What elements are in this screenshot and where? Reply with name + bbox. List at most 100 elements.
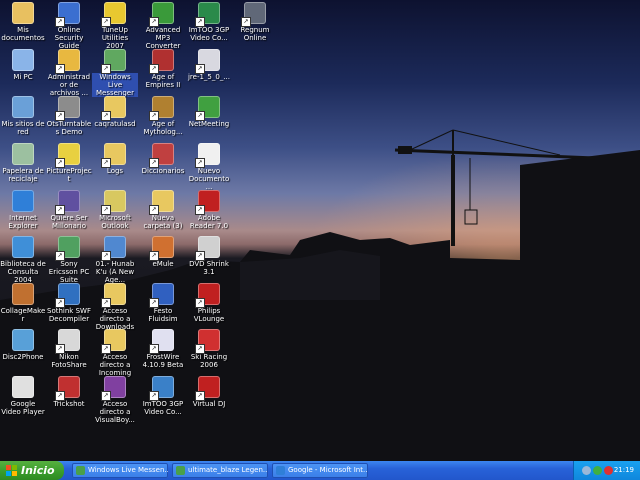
- shortcut-arrow-icon: ↗: [55, 391, 65, 401]
- shortcut-arrow-icon: ↗: [195, 17, 205, 27]
- desktop-icon[interactable]: ↗ Age of Empires II: [140, 49, 186, 89]
- desktop-icon[interactable]: ↗ Nikon FotoShare: [46, 329, 92, 369]
- messenger-icon: [176, 466, 185, 475]
- desktop-icon[interactable]: ↗ 01.- Hunab K'u (A New Age...: [92, 236, 138, 284]
- document-icon: ↗: [195, 143, 220, 168]
- folder-icon: ↗: [101, 96, 126, 121]
- file-manager-icon: ↗: [55, 49, 80, 74]
- desktop-icon[interactable]: Internet Explorer: [0, 190, 46, 230]
- desktop-icon[interactable]: ↗ Acceso directo a Downloads: [92, 283, 138, 331]
- emule-icon: ↗: [149, 236, 174, 261]
- shortcut-arrow-icon: ↗: [195, 298, 205, 308]
- desktop-icon[interactable]: Google Video Player: [0, 376, 46, 416]
- taskbar-button[interactable]: Windows Live Messen...: [72, 463, 168, 478]
- desktop-icon-label: Administrador de archivos ...: [47, 73, 91, 97]
- desktop-icon-label: Nuevo Documento ...: [188, 167, 230, 191]
- shortcut-arrow-icon: ↗: [195, 391, 205, 401]
- desktop-icon-label: ImTOO 3GP Video Co...: [142, 400, 184, 416]
- desktop-icon[interactable]: ↗ Ski Racing 2006: [186, 329, 232, 369]
- antivirus-tray-icon[interactable]: [604, 466, 613, 475]
- desktop-icon[interactable]: ↗ Quiere Ser Millonario: [46, 190, 92, 230]
- system-tray: 21:19: [573, 461, 640, 480]
- desktop-icon[interactable]: ↗ Philips VLounge: [186, 283, 232, 323]
- collage-icon: [12, 283, 34, 305]
- desktop-icon[interactable]: Mis sitios de red: [0, 96, 46, 136]
- desktop-icon[interactable]: ↗ Trickshot: [46, 376, 92, 408]
- dvd-icon: ↗: [195, 236, 220, 261]
- age-of-mythology-icon: ↗: [149, 96, 174, 121]
- desktop-icon[interactable]: ↗ Logs: [92, 143, 138, 175]
- desktop-icon[interactable]: Biblioteca de Consulta 2004: [0, 236, 46, 284]
- desktop-icon[interactable]: ↗ TuneUp Utilities 2007: [92, 2, 138, 50]
- shortcut-arrow-icon: ↗: [55, 205, 65, 215]
- shortcut-arrow-icon: ↗: [149, 251, 159, 261]
- internet-explorer-icon: [12, 190, 34, 212]
- desktop-icon[interactable]: ↗ FrostWire 4.10.9 Beta: [140, 329, 186, 369]
- desktop-icon-label: Acceso directo a Downloads: [95, 307, 135, 331]
- desktop-icon-label: FrostWire 4.10.9 Beta: [142, 353, 184, 369]
- desktop-icon-label: CollageMaker: [0, 307, 46, 323]
- clock[interactable]: 21:19: [614, 461, 634, 480]
- taskbar-button[interactable]: ultimate_blaze Legen...: [172, 463, 268, 478]
- desktop-icon-label: Internet Explorer: [8, 214, 38, 230]
- desktop-icon[interactable]: ↗ Nueva carpeta (3): [140, 190, 186, 230]
- ski-racing-icon: ↗: [195, 329, 220, 354]
- desktop-icon[interactable]: ↗ Regnum Online: [232, 2, 278, 42]
- desktop-icon[interactable]: ↗ Administrador de archivos ...: [46, 49, 92, 97]
- desktop: Mis documentos Mi PC Mis sitios de red Pape…: [0, 0, 640, 461]
- start-button[interactable]: Inicio: [0, 461, 64, 480]
- desktop-icon[interactable]: ↗ Virtual DJ: [186, 376, 232, 408]
- adobe-reader-icon: ↗: [195, 190, 220, 215]
- desktop-icon[interactable]: ↗ Windows Live Messenger: [92, 49, 138, 97]
- desktop-icon[interactable]: ↗ Advanced MP3 Converter: [140, 2, 186, 50]
- desktop-icon[interactable]: ↗ Sothink SWF Decompiler: [46, 283, 92, 323]
- swf-icon: ↗: [55, 283, 80, 308]
- desktop-icon-label: Quiere Ser Millonario: [50, 214, 88, 230]
- desktop-icon[interactable]: ↗ eMule: [140, 236, 186, 268]
- desktop-icon[interactable]: ↗ Acceso directo a VisualBoy...: [92, 376, 138, 424]
- taskbar-button-label: Google - Microsoft Int...: [288, 466, 368, 474]
- desktop-icon[interactable]: ↗ Microsoft Outlook: [92, 190, 138, 230]
- desktop-icon-label: Online Security Guide: [54, 26, 84, 50]
- taskbar-button[interactable]: Google - Microsoft Int...: [272, 463, 368, 478]
- desktop-icon[interactable]: ↗ Diccionarios: [140, 143, 186, 175]
- desktop-icon[interactable]: Disc2Phone: [0, 329, 46, 361]
- desktop-icon-label: Disc2Phone: [2, 353, 44, 361]
- internet-explorer-icon: [276, 466, 285, 475]
- messenger-icon: [76, 466, 85, 475]
- shield-icon: ↗: [55, 2, 80, 27]
- desktop-icon[interactable]: ↗ NetMeeting: [186, 96, 232, 128]
- desktop-icon[interactable]: CollageMaker: [0, 283, 46, 323]
- tuneup-icon: ↗: [101, 2, 126, 27]
- shortcut-arrow-icon: ↗: [55, 344, 65, 354]
- desktop-icon[interactable]: ↗ Sony Ericsson PC Suite: [46, 236, 92, 284]
- desktop-icon[interactable]: ↗ ImTOO 3GP Video Co...: [140, 376, 186, 416]
- desktop-icon-label: PictureProject: [46, 167, 92, 183]
- desktop-icon[interactable]: Mi PC: [0, 49, 46, 81]
- desktop-icon-label: Regnum Online: [240, 26, 270, 42]
- messenger-tray-icon[interactable]: [593, 466, 602, 475]
- desktop-icon-label: Mis documentos: [1, 26, 45, 42]
- desktop-icon-label: TuneUp Utilities 2007: [101, 26, 129, 50]
- desktop-icon[interactable]: ↗ OtsTurntables Demo: [46, 96, 92, 136]
- desktop-icon[interactable]: ↗ Online Security Guide: [46, 2, 92, 50]
- desktop-icon[interactable]: ↗ Acceso directo a Incoming: [92, 329, 138, 377]
- folder-icon: ↗: [101, 143, 126, 168]
- desktop-icon[interactable]: ↗ jre-1_5_0_...: [186, 49, 232, 81]
- desktop-icon[interactable]: ↗ Nuevo Documento ...: [186, 143, 232, 191]
- desktop-icon[interactable]: Mis documentos: [0, 2, 46, 42]
- folder-icon: ↗: [101, 329, 126, 354]
- desktop-icon-label: Festo Fluidsim: [148, 307, 178, 323]
- network-tray-icon[interactable]: [582, 466, 591, 475]
- desktop-icon[interactable]: ↗ PictureProject: [46, 143, 92, 183]
- desktop-icon-label: NetMeeting: [188, 120, 230, 128]
- desktop-icon[interactable]: ↗ Festo Fluidsim: [140, 283, 186, 323]
- desktop-icon-label: Logs: [106, 167, 124, 175]
- desktop-icon[interactable]: ↗ caqratulasd: [92, 96, 138, 128]
- desktop-icon[interactable]: ↗ Adobe Reader 7.0: [186, 190, 232, 230]
- desktop-icon[interactable]: ↗ DVD Shrink 3.1: [186, 236, 232, 276]
- taskbar: Inicio Windows Live Messen... ultimate_bl…: [0, 461, 640, 480]
- desktop-icon[interactable]: ↗ ImTOO 3GP Video Co...: [186, 2, 232, 42]
- desktop-icon[interactable]: Papelera de reciclaje: [0, 143, 46, 183]
- desktop-icon[interactable]: ↗ Age of Mytholog...: [140, 96, 186, 136]
